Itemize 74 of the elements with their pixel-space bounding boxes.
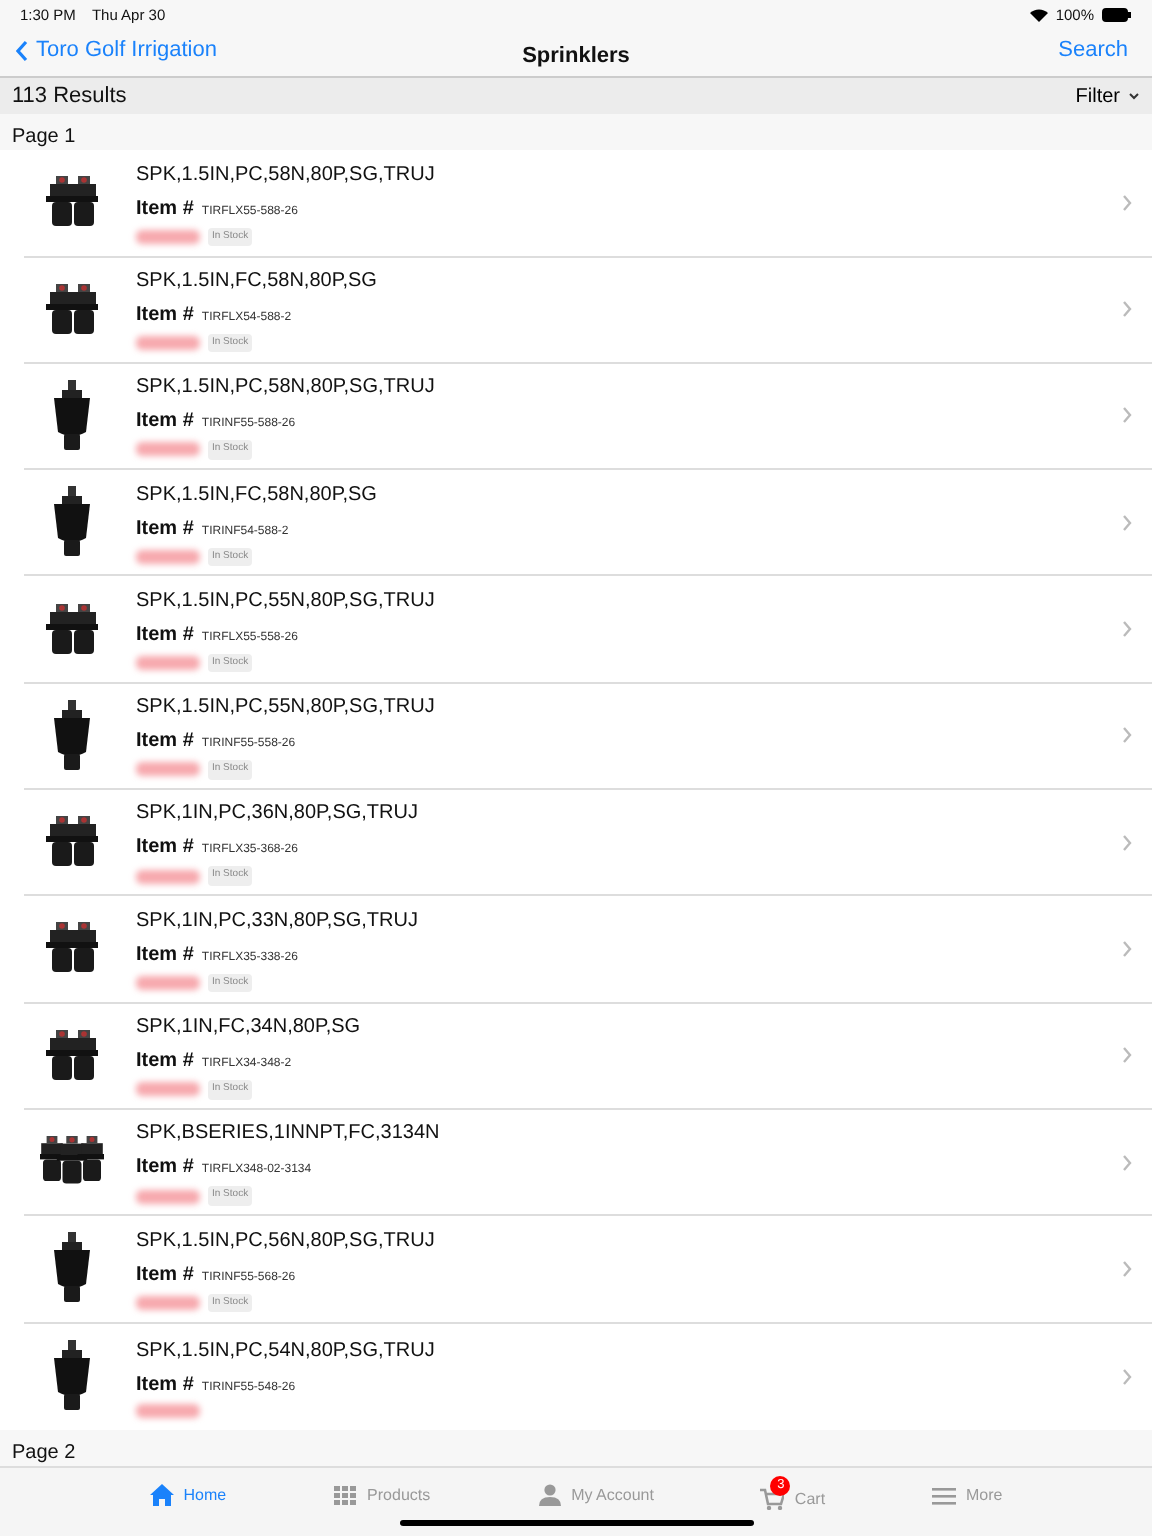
- chevron-right-icon: [1122, 620, 1132, 639]
- product-name: SPK,1.5IN,PC,56N,80P,SG,TRUJ: [136, 1227, 435, 1256]
- item-label: Item #: [136, 408, 194, 437]
- product-name: SPK,BSERIES,1INNPT,FC,3134N: [136, 1120, 440, 1149]
- chevron-right-icon: [1122, 300, 1132, 319]
- redacted-price: [136, 762, 200, 777]
- product-name: SPK,1IN,PC,33N,80P,SG,TRUJ: [136, 907, 418, 936]
- chevron-right-icon: [1122, 939, 1132, 958]
- menu-icon: [932, 1484, 957, 1507]
- grid-icon: [333, 1484, 358, 1507]
- sprinkler-drawing: [46, 176, 98, 229]
- filter-button[interactable]: Filter: [1075, 81, 1140, 112]
- item-label: Item #: [136, 195, 194, 224]
- page-label: Page 1: [12, 126, 76, 149]
- chevron-right-icon: [1122, 1259, 1132, 1278]
- redacted-price: [136, 869, 200, 884]
- item-label: Item #: [136, 1371, 194, 1400]
- caret-icon: [1128, 92, 1140, 101]
- chevron-right-icon: [1122, 406, 1132, 425]
- results-count: 113 Results: [12, 81, 127, 112]
- battery-icon: [1102, 8, 1132, 23]
- product-name: SPK,1.5IN,PC,55N,80P,SG,TRUJ: [136, 694, 435, 723]
- item-label: Item #: [136, 834, 194, 863]
- chevron-right-icon: [1122, 513, 1132, 532]
- chevron-left-icon: [16, 40, 28, 63]
- item-label: Item #: [136, 941, 194, 970]
- redacted-price: [136, 336, 200, 351]
- page-label: Page 2: [12, 1441, 76, 1464]
- redacted-price: [136, 1403, 200, 1418]
- redacted-price: [136, 656, 200, 671]
- sprinkler-drawing: [46, 283, 98, 336]
- home-icon: [149, 1484, 174, 1507]
- redacted-price: [136, 549, 200, 564]
- sprinkler-drawing: [46, 816, 98, 869]
- sprinkler-drawing: [46, 1029, 98, 1082]
- product-name: SPK,1.5IN,FC,58N,80P,SG: [136, 267, 377, 296]
- redacted-price: [136, 442, 200, 457]
- sprinkler-drawing: [40, 1136, 104, 1189]
- product-name: SPK,1.5IN,PC,58N,80P,SG,TRUJ: [136, 161, 435, 190]
- chevron-right-icon: [1122, 726, 1132, 745]
- item-label: Item #: [136, 728, 194, 757]
- sprinkler-drawing: [50, 1340, 94, 1413]
- product-name: SPK,1IN,PC,36N,80P,SG,TRUJ: [136, 800, 418, 829]
- wifi-icon: [1029, 8, 1048, 23]
- redacted-price: [136, 1295, 200, 1310]
- chevron-right-icon: [1122, 833, 1132, 852]
- sprinkler-drawing: [50, 1232, 94, 1305]
- sprinkler-drawing: [46, 922, 98, 975]
- chevron-right-icon: [1122, 1046, 1132, 1065]
- product-name: SPK,1.5IN,PC,58N,80P,SG,TRUJ: [136, 374, 435, 403]
- chevron-right-icon: [1122, 1367, 1132, 1386]
- person-icon: [537, 1484, 562, 1507]
- chevron-right-icon: [1122, 1153, 1132, 1172]
- item-label: Item #: [136, 1154, 194, 1183]
- redacted-price: [136, 1082, 200, 1097]
- sprinkler-drawing: [46, 603, 98, 656]
- item-label: Item #: [136, 621, 194, 650]
- product-name: SPK,1IN,FC,34N,80P,SG: [136, 1014, 361, 1043]
- page-title: Sprinklers: [522, 44, 630, 69]
- item-label: Item #: [136, 301, 194, 330]
- item-label: Item #: [136, 515, 194, 544]
- cart-icon: [760, 1488, 785, 1511]
- sprinkler-drawing: [50, 699, 94, 772]
- product-name: SPK,1.5IN,PC,54N,80P,SG,TRUJ: [136, 1337, 435, 1366]
- chevron-right-icon: [1122, 193, 1132, 212]
- sprinkler-drawing: [50, 379, 94, 452]
- product-name: SPK,1.5IN,FC,58N,80P,SG: [136, 481, 377, 510]
- redacted-price: [136, 1189, 200, 1204]
- product-name: SPK,1.5IN,PC,55N,80P,SG,TRUJ: [136, 587, 435, 616]
- item-label: Item #: [136, 1261, 194, 1290]
- item-label: Item #: [136, 1048, 194, 1077]
- redacted-price: [136, 229, 200, 244]
- sprinkler-drawing: [50, 486, 94, 559]
- redacted-price: [136, 975, 200, 990]
